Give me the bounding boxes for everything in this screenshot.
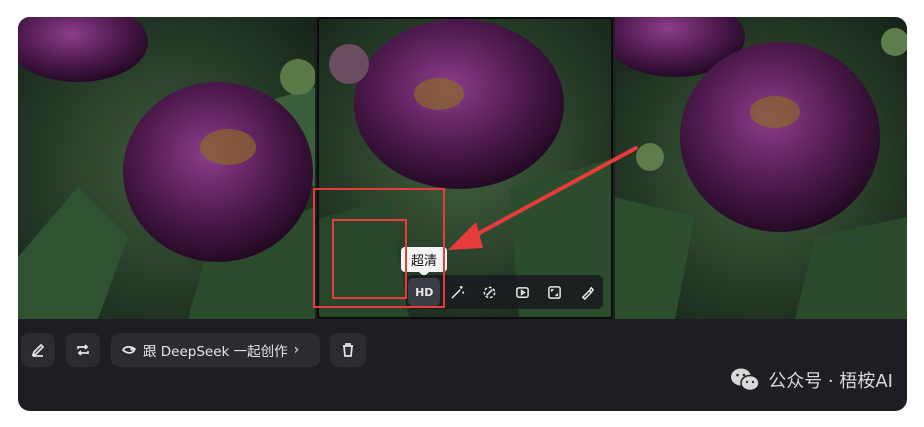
deepseek-create-button[interactable]: 跟 DeepSeek 一起创作 › — [111, 333, 320, 367]
peony-image-3[interactable] — [615, 17, 907, 319]
action-bar: 跟 DeepSeek 一起创作 › 公众号 · 梧桉AI — [18, 319, 907, 411]
edit-button[interactable] — [21, 333, 55, 367]
trash-icon — [343, 343, 353, 357]
pencil-icon — [31, 343, 45, 357]
chevron-right-icon: › — [293, 342, 300, 358]
delete-button[interactable] — [330, 333, 366, 367]
watermark: 公众号 · 梧桉AI — [730, 367, 893, 393]
expand-button[interactable] — [539, 278, 571, 306]
peony-image-1[interactable] — [18, 17, 315, 319]
magic-wand-icon — [451, 285, 464, 299]
regenerate-button[interactable] — [66, 333, 100, 367]
highlight-box-inner — [332, 219, 407, 299]
video-button[interactable] — [506, 278, 538, 306]
deepseek-label: 跟 DeepSeek 一起创作 — [143, 344, 288, 360]
magic-wand-button[interactable] — [441, 278, 473, 306]
watermark-text: 公众号 · 梧桉AI — [768, 371, 893, 392]
brush-button[interactable] — [571, 278, 603, 306]
deepseek-icon — [121, 346, 137, 354]
result-card: 超清 HD 跟 DeepSeek 一起创作 › 公众号 · 梧桉AI — [18, 17, 907, 411]
eraser-icon — [483, 286, 496, 298]
image-strip: 超清 HD — [18, 17, 907, 319]
repeat-icon — [77, 344, 89, 356]
wechat-icon — [731, 368, 760, 392]
expand-icon — [548, 285, 562, 299]
eraser-button[interactable] — [474, 278, 506, 306]
video-icon — [515, 286, 529, 298]
brush-icon — [581, 286, 594, 300]
